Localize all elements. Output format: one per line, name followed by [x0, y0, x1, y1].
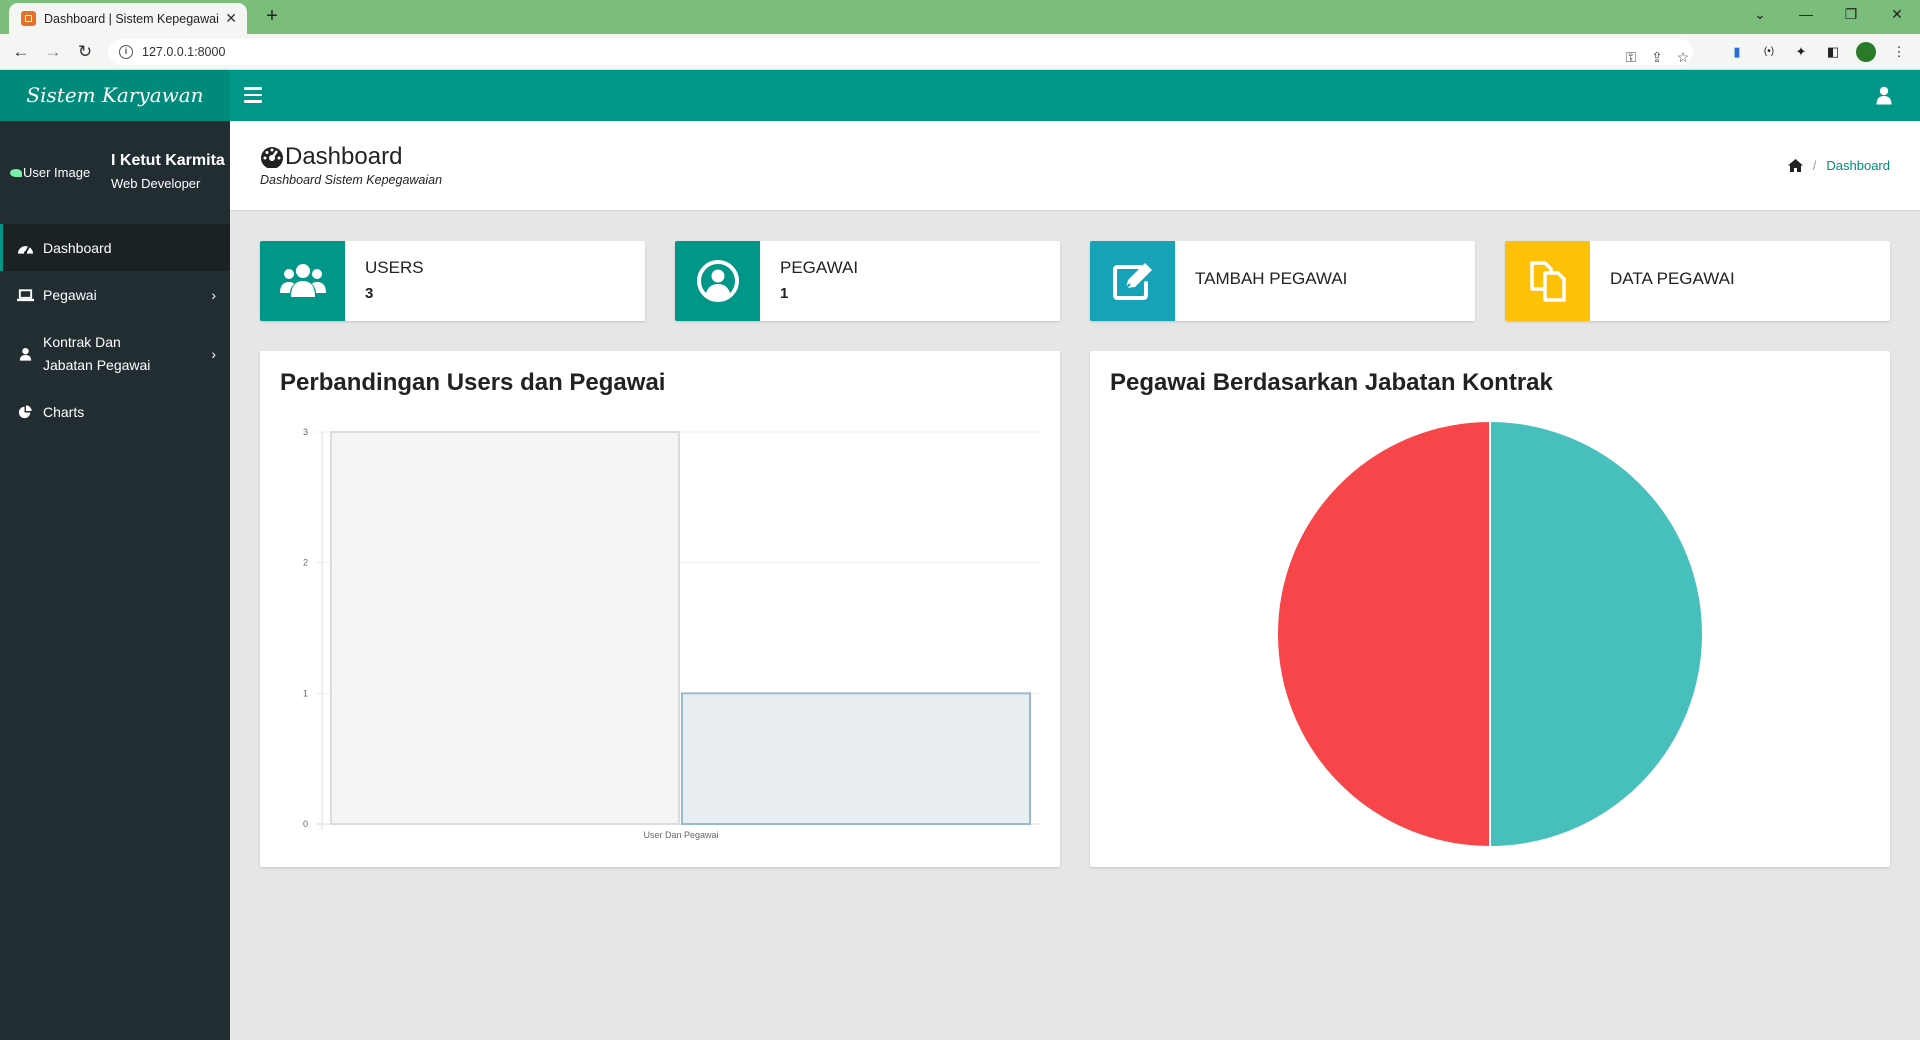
page-title: Dashboard [260, 143, 402, 171]
tab-search-icon[interactable]: ⌄ [1745, 6, 1775, 23]
bar-chart: 0 1 2 3 User Dan Pegawai [303, 427, 1040, 840]
y-tick-label: 2 [303, 558, 308, 568]
home-icon[interactable] [1787, 159, 1803, 172]
app-brand[interactable]: Sistem Karyawan [0, 70, 230, 121]
user-image: User Image [10, 165, 90, 180]
extension-icon[interactable]: ▮ [1728, 43, 1746, 61]
user-icon [19, 347, 32, 361]
x-tick-label: User Dan Pegawai [643, 830, 718, 840]
user-circle-icon [696, 260, 739, 302]
pie-chart [1276, 419, 1704, 849]
users-icon [279, 264, 326, 297]
pie-chart-box: Pegawai Berdasarkan Jabatan Kontrak [1090, 351, 1890, 867]
bar-chart-box: Perbandingan Users dan Pegawai 0 1 2 3 User … [260, 351, 1060, 867]
infobox-icon-bg [1090, 241, 1175, 321]
copy-icon [1529, 261, 1566, 302]
sidebar-item-label: Dashboard [43, 239, 112, 256]
infobox-value: 3 [365, 285, 374, 302]
infobox-icon-bg [260, 241, 345, 321]
minimize-button[interactable]: — [1791, 6, 1821, 22]
sidebar: User Image I Ketut Karmita Web Developer… [0, 121, 230, 1040]
content-header: Dashboard Dashboard Sistem Kepegawaian /… [230, 121, 1920, 211]
share-icon[interactable]: ⇪ [1647, 44, 1667, 70]
infobox-icon-bg [675, 241, 760, 321]
infobox-label: USERS [365, 258, 424, 277]
y-tick-label: 0 [303, 819, 308, 829]
reload-button[interactable]: ↻ [74, 41, 96, 63]
sidebar-item-pegawai[interactable]: Pegawai › [0, 271, 230, 318]
infobox-users[interactable]: USERS 3 [260, 241, 645, 321]
y-tick-label: 3 [303, 427, 308, 437]
dashboard-icon [261, 147, 283, 168]
sidebar-item-label: Charts [43, 404, 85, 420]
infobox-pegawai[interactable]: PEGAWAI 1 [675, 241, 1060, 321]
pie-slice[interactable] [1489, 419, 1704, 849]
infobox-tambah-pegawai[interactable]: TAMBAH PEGAWAI [1090, 241, 1475, 321]
restore-button[interactable]: ❐ [1836, 6, 1866, 23]
sidebar-toggle-icon[interactable] [244, 87, 262, 103]
browser-toolbar: ← → ↻ i 127.0.0.1:8000 ⚿ ⇪ ☆ ▮ (•) ✦ ◧ ⋮ [0, 34, 1920, 70]
user-menu-icon[interactable] [1876, 86, 1892, 105]
edit-icon [1112, 263, 1152, 300]
top-navbar [230, 70, 1920, 121]
menu-dots-icon[interactable]: ⋮ [1890, 43, 1908, 61]
pie-chart-icon [18, 405, 32, 419]
close-tab-icon[interactable]: ✕ [225, 10, 237, 27]
sidebar-item-dashboard[interactable]: Dashboard [0, 224, 230, 271]
breadcrumb: / Dashboard [1787, 158, 1890, 173]
new-tab-button[interactable]: + [260, 5, 284, 28]
infobox-value: 1 [780, 285, 789, 302]
browser-tab[interactable]: Dashboard | Sistem Kepegawaian ✕ [9, 3, 247, 34]
bookmark-star-icon[interactable]: ☆ [1673, 44, 1693, 70]
sidebar-item-kontrak-jabatan[interactable]: Kontrak Dan Jabatan Pegawai › [0, 318, 230, 390]
sidebar-item-charts[interactable]: Charts [0, 390, 230, 434]
key-icon[interactable]: ⚿ [1621, 44, 1641, 70]
extension-icon[interactable]: (•) [1760, 43, 1778, 61]
user-role: Web Developer [111, 176, 201, 191]
infobox-icon-bg [1505, 241, 1590, 321]
puzzle-icon[interactable]: ✦ [1792, 43, 1810, 61]
breadcrumb-current[interactable]: Dashboard [1826, 158, 1890, 173]
y-tick-label: 1 [303, 688, 308, 698]
page-title-text: Dashboard [285, 143, 403, 170]
url-text: 127.0.0.1:8000 [142, 45, 226, 59]
infobox-label: PEGAWAI [780, 258, 859, 277]
profile-avatar[interactable] [1856, 42, 1876, 62]
user-panel: User Image I Ketut Karmita Web Developer [0, 121, 230, 223]
infobox-data-pegawai[interactable]: DATA PEGAWAI [1505, 241, 1890, 321]
forward-button[interactable]: → [42, 41, 64, 63]
browser-tabstrip: Dashboard | Sistem Kepegawaian ✕ + ⌄ — ❐… [0, 0, 1920, 34]
favicon-icon [21, 11, 36, 26]
bar[interactable] [681, 692, 1031, 826]
sidepanel-icon[interactable]: ◧ [1824, 43, 1842, 61]
infobox-label: DATA PEGAWAI [1610, 269, 1735, 288]
page-subtitle: Dashboard Sistem Kepegawaian [260, 173, 443, 187]
breadcrumb-separator: / [1812, 158, 1817, 173]
close-window-button[interactable]: ✕ [1882, 6, 1912, 23]
sidebar-item-label: Kontrak Dan [43, 334, 121, 350]
back-button[interactable]: ← [10, 41, 32, 63]
user-name: I Ketut Karmita [111, 152, 225, 169]
chevron-right-icon: › [211, 286, 216, 303]
dashboard-icon [17, 245, 34, 254]
bar[interactable] [330, 431, 680, 825]
tab-title: Dashboard | Sistem Kepegawaian [44, 11, 220, 26]
pie-slice[interactable] [1276, 419, 1491, 849]
sidebar-item-label: Jabatan Pegawai [43, 357, 151, 373]
laptop-icon [17, 288, 34, 301]
sidebar-item-label: Pegawai [43, 286, 97, 303]
address-bar[interactable]: i 127.0.0.1:8000 ⚿ ⇪ ☆ [108, 39, 1693, 65]
infobox-label: TAMBAH PEGAWAI [1195, 269, 1348, 288]
site-info-icon[interactable]: i [119, 45, 133, 59]
chevron-right-icon: › [211, 346, 216, 362]
